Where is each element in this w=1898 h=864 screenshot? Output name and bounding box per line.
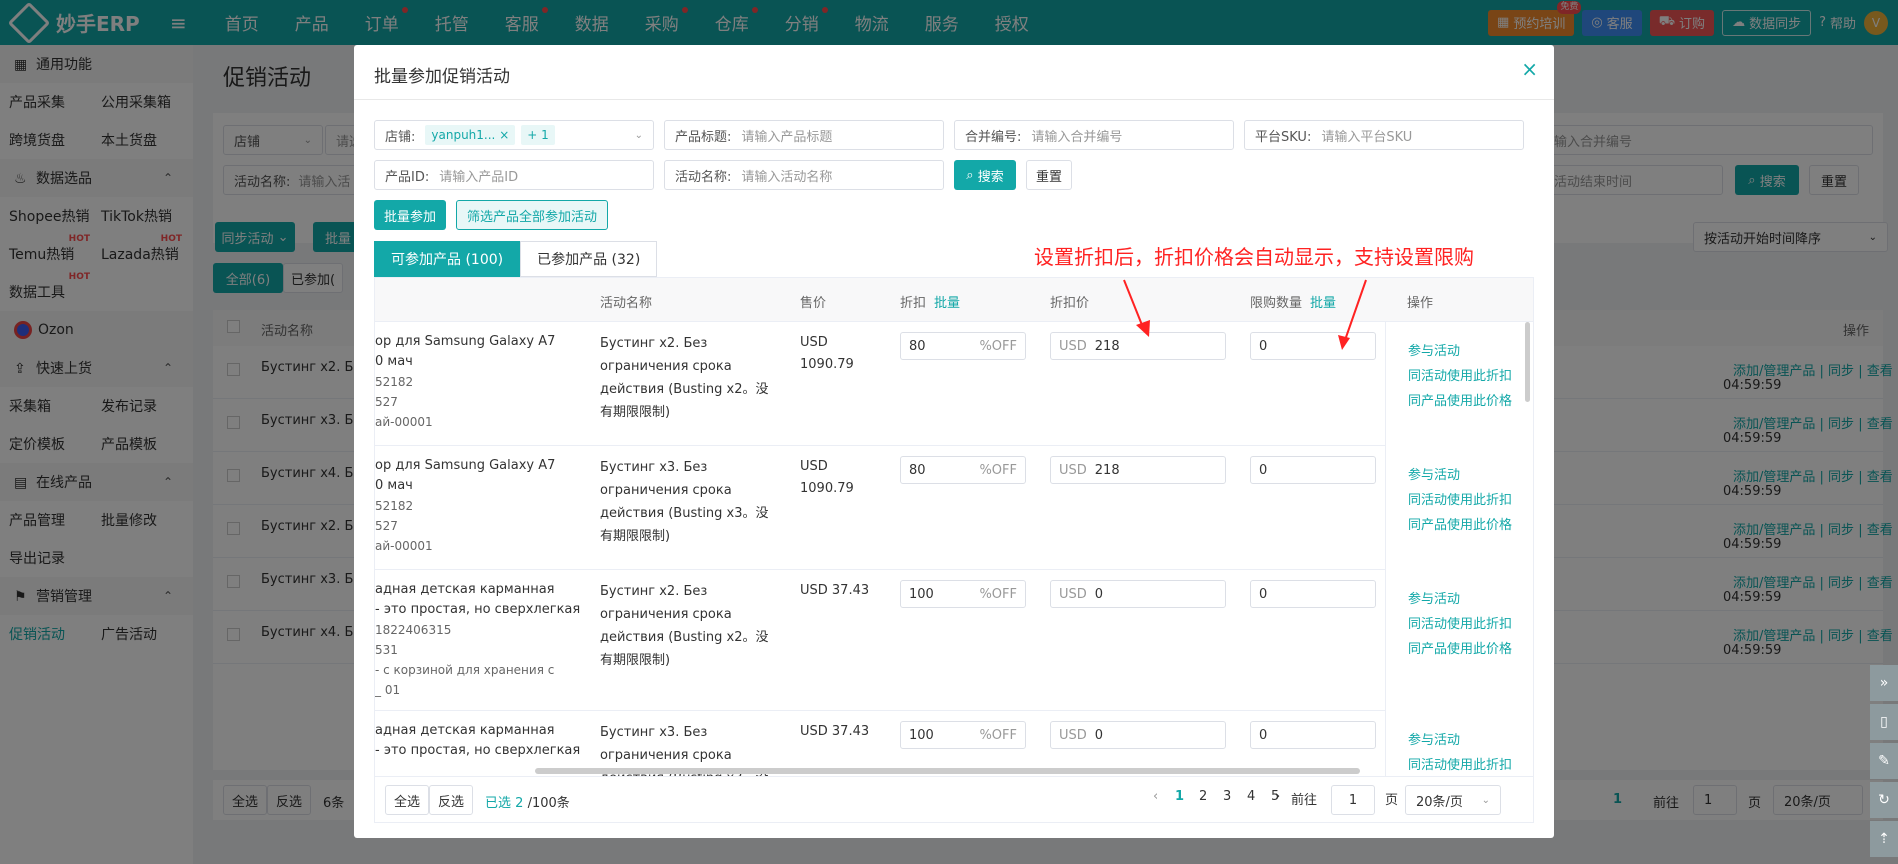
- selected-count: 已选 2 /100条: [485, 796, 570, 811]
- page-unit: 页: [1385, 793, 1399, 808]
- note-icon[interactable]: ✎: [1870, 743, 1898, 779]
- page-number[interactable]: 3: [1223, 789, 1231, 804]
- batch-join-modal: 批量参加促销活动 × 店铺: yanpuh1... × + 1 ⌄ 产品标题: …: [354, 45, 1554, 838]
- activity-name: Бустинг x2. Без ограничения срока действ…: [600, 584, 769, 668]
- row-ops: 参与活动同活动使用此折扣同产品使用此价格: [1385, 446, 1533, 570]
- same-activity-discount-link[interactable]: 同活动使用此折扣: [1408, 365, 1512, 384]
- join-activity-link[interactable]: 参与活动: [1408, 464, 1460, 483]
- page-size-select[interactable]: 20条/页 ⌄: [1405, 785, 1501, 815]
- same-product-price-link[interactable]: 同产品使用此价格: [1408, 390, 1512, 409]
- col-limit-qty: 限购数量 批量: [1250, 296, 1337, 311]
- modal-title: 批量参加促销活动: [374, 67, 510, 87]
- activity-name-input[interactable]: 活动名称: 请输入活动名称: [664, 160, 944, 190]
- close-icon[interactable]: ×: [499, 128, 509, 142]
- product-tabs: 可参加产品 (100) 已参加产品 (32): [374, 241, 658, 277]
- limit-qty-input[interactable]: 0: [1250, 580, 1376, 608]
- batch-join-button[interactable]: 批量参加: [374, 200, 446, 230]
- table-row: адная детская карманная - это простая, но…: [375, 570, 1533, 711]
- search-icon: ⌕: [966, 167, 974, 183]
- row-ops: 参与活动同活动使用此折扣同产品使用此价格: [1385, 711, 1533, 776]
- prev-page-icon[interactable]: ‹: [1153, 789, 1158, 804]
- table-row: ор для Samsung Galaxy A7 0 мач 52182 527 ай-…: [375, 322, 1533, 446]
- table-row: ор для Samsung Galaxy A7 0 мач 52182 527 ай-…: [375, 446, 1533, 570]
- invert-selection-button[interactable]: 反选: [429, 785, 473, 815]
- join-activity-link[interactable]: 参与活动: [1408, 340, 1460, 359]
- close-icon[interactable]: ×: [1521, 57, 1538, 81]
- tab-joined-products[interactable]: 已参加产品 (32): [520, 241, 658, 277]
- goto-label: 前往: [1291, 793, 1318, 808]
- limit-qty-input[interactable]: 0: [1250, 721, 1376, 749]
- limit-bulk-link[interactable]: 批量: [1310, 296, 1336, 311]
- product-info: адная детская карманная - это простая, но…: [375, 723, 581, 758]
- join-activity-link[interactable]: 参与活动: [1408, 588, 1460, 607]
- product-id-input[interactable]: 产品ID: 请输入产品ID: [374, 160, 654, 190]
- discount-input[interactable]: 100 %OFF: [900, 580, 1026, 608]
- next-page-icon[interactable]: ›: [1275, 789, 1280, 804]
- col-discount-price: 折扣价: [1050, 296, 1090, 311]
- discount-input[interactable]: 80 %OFF: [900, 332, 1026, 360]
- same-activity-discount-link[interactable]: 同活动使用此折扣: [1408, 489, 1512, 508]
- product-info: адная детская карманная - это простая, но…: [375, 582, 581, 697]
- filter-all-join-button[interactable]: 筛选产品全部参加活动: [456, 200, 608, 230]
- row-ops: 参与活动同活动使用此折扣同产品使用此价格: [1385, 570, 1533, 711]
- sale-price: USD 1090.79: [800, 335, 854, 372]
- page-number[interactable]: 1: [1175, 789, 1184, 804]
- product-title-input[interactable]: 产品标题: 请输入产品标题: [664, 120, 944, 150]
- top-icon[interactable]: ⇡: [1870, 821, 1898, 857]
- product-table: 活动名称 售价 折扣 批量 折扣价 限购数量 批量 操作 ор для Samsun…: [374, 277, 1534, 777]
- col-activity-name: 活动名称: [600, 296, 653, 311]
- goto-page-input[interactable]: 1: [1331, 785, 1375, 815]
- modal-header: 批量参加促销活动 ×: [354, 45, 1554, 100]
- chevron-down-icon: ⌄: [1481, 794, 1490, 806]
- select-all-button[interactable]: 全选: [385, 785, 429, 815]
- merge-no-input[interactable]: 合并编号: 请输入合并编号: [954, 120, 1234, 150]
- same-product-price-link[interactable]: 同产品使用此价格: [1408, 514, 1512, 533]
- discount-input[interactable]: 100 %OFF: [900, 721, 1026, 749]
- discount-price-input[interactable]: USD 0: [1050, 580, 1226, 608]
- refresh-icon[interactable]: ↻: [1870, 782, 1898, 818]
- store-select[interactable]: 店铺: yanpuh1... × + 1 ⌄: [374, 120, 654, 150]
- store-tag-more: + 1: [521, 125, 555, 145]
- page-number[interactable]: 4: [1247, 789, 1255, 804]
- sale-price: USD 1090.79: [800, 459, 854, 496]
- discount-price-input[interactable]: USD 0: [1050, 721, 1226, 749]
- sale-price: USD 37.43: [800, 724, 870, 739]
- col-ops: 操作: [1407, 296, 1434, 311]
- join-activity-link[interactable]: 参与活动: [1408, 729, 1460, 748]
- limit-qty-input[interactable]: 0: [1250, 332, 1376, 360]
- horizontal-scrollbar[interactable]: [535, 768, 1360, 774]
- phone-icon[interactable]: ▯: [1870, 704, 1898, 740]
- product-info: ор для Samsung Galaxy A7 0 мач 52182 527 ай-…: [375, 458, 556, 553]
- discount-input[interactable]: 80 %OFF: [900, 456, 1026, 484]
- platform-sku-input[interactable]: 平台SKU: 请输入平台SKU: [1244, 120, 1524, 150]
- same-activity-discount-link[interactable]: 同活动使用此折扣: [1408, 613, 1512, 632]
- activity-name: Бустинг x2. Без ограничения срока действ…: [600, 336, 769, 420]
- expand-icon[interactable]: »: [1870, 665, 1898, 701]
- annotation-text: 设置折扣后，折扣价格会自动显示，支持设置限购: [1034, 245, 1474, 269]
- reset-button[interactable]: 重置: [1026, 160, 1072, 190]
- discount-price-input[interactable]: USD 218: [1050, 332, 1226, 360]
- store-tag: yanpuh1... ×: [425, 125, 516, 145]
- table-footer: 全选 反选 已选 2 /100条 ‹ 12345 › 前往 1 页 20条/页 ⌄: [374, 777, 1534, 823]
- sale-price: USD 37.43: [800, 583, 870, 598]
- discount-bulk-link[interactable]: 批量: [934, 296, 960, 311]
- chevron-down-icon: ⌄: [634, 129, 643, 141]
- search-button[interactable]: ⌕ 搜索: [954, 160, 1016, 190]
- table-header: 活动名称 售价 折扣 批量 折扣价 限购数量 批量 操作: [375, 278, 1533, 322]
- floating-tools: » ▯ ✎ ↻ ⇡: [1870, 665, 1898, 860]
- vertical-scrollbar[interactable]: [1525, 322, 1530, 402]
- same-product-price-link[interactable]: 同产品使用此价格: [1408, 638, 1512, 657]
- col-price: 售价: [800, 296, 827, 311]
- row-ops: 参与活动同活动使用此折扣同产品使用此价格: [1385, 322, 1533, 446]
- tab-available-products[interactable]: 可参加产品 (100): [374, 241, 521, 277]
- discount-price-input[interactable]: USD 218: [1050, 456, 1226, 484]
- limit-qty-input[interactable]: 0: [1250, 456, 1376, 484]
- activity-name: Бустинг x3. Без ограничения срока действ…: [600, 460, 769, 544]
- product-info: ор для Samsung Galaxy A7 0 мач 52182 527 ай-…: [375, 334, 556, 429]
- page-number[interactable]: 2: [1199, 789, 1207, 804]
- col-discount: 折扣 批量: [900, 296, 961, 311]
- same-activity-discount-link[interactable]: 同活动使用此折扣: [1408, 754, 1512, 773]
